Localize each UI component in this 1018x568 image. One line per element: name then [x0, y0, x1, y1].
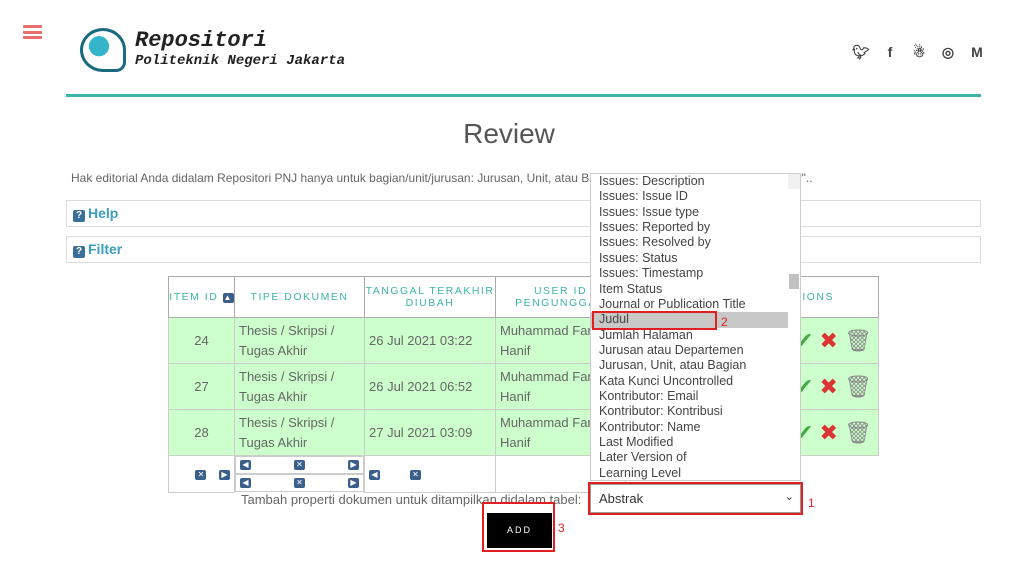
dropdown-option[interactable]: Learning Level [591, 466, 800, 480]
brand-subtitle: Politeknik Negeri Jakarta [135, 53, 346, 69]
dropdown-option[interactable]: Issues: Description [591, 174, 800, 189]
dropdown-option[interactable]: Issues: Issue ID [591, 189, 800, 204]
dropdown-option[interactable]: Issues: Status [591, 251, 800, 266]
help-icon: ? [73, 210, 85, 222]
annotation-2: 2 [721, 315, 728, 329]
annotation-1: 1 [808, 496, 815, 510]
sort-up-icon: ▲ [222, 293, 234, 303]
snapchat-icon[interactable]: ☃︎ [910, 44, 928, 61]
filter-panel[interactable]: ? Filter [66, 236, 981, 263]
menu-icon[interactable] [23, 25, 42, 39]
dropdown-option[interactable]: Kontributor: Kontribusi [591, 404, 800, 419]
remove-column-icon[interactable]: ✕ [294, 460, 305, 470]
remove-column-icon[interactable]: ✕ [294, 478, 305, 488]
annotation-3: 3 [558, 521, 565, 535]
trash-icon[interactable]: 🗑︎ [844, 328, 872, 353]
help-panel[interactable]: ? Help [66, 200, 981, 227]
move-left-icon[interactable]: ◀ [369, 469, 380, 480]
brand-title: Repositori [135, 28, 268, 53]
dropdown-option[interactable]: Kontributor: Email [591, 389, 800, 404]
dropdown-option[interactable]: Issues: Resolved by [591, 235, 800, 250]
move-right-icon[interactable]: ▶ [348, 478, 359, 488]
header-item-id[interactable]: ITEM ID ▲ [168, 276, 235, 318]
header-tanggal[interactable]: TANGGAL TERAKHIR DIUBAH [364, 276, 496, 318]
annotation-box-2 [592, 311, 717, 330]
dropdown-option[interactable]: Journal or Publication Title [591, 297, 800, 312]
twitter-icon[interactable]: 🐦︎ [852, 44, 870, 61]
help-icon: ? [73, 246, 85, 258]
move-left-icon[interactable]: ◀ [240, 478, 251, 488]
mendeley-icon[interactable]: M [968, 44, 986, 61]
facebook-icon[interactable]: f [881, 44, 899, 61]
dropdown-option[interactable]: Kata Kunci Uncontrolled [591, 374, 800, 389]
move-right-icon[interactable]: ▶ [348, 460, 359, 470]
dropdown-option[interactable]: Jurusan, Unit, atau Bagian [591, 358, 800, 373]
dropdown-option[interactable]: Issues: Reported by [591, 220, 800, 235]
trash-icon[interactable]: 🗑︎ [844, 420, 872, 445]
trash-icon[interactable]: 🗑︎ [844, 374, 872, 399]
reject-icon[interactable]: ✖ [820, 328, 838, 353]
remove-column-icon[interactable]: ✕ [410, 469, 422, 480]
dropdown-option[interactable]: Kontributor: Name [591, 420, 800, 435]
annotation-box-3 [482, 502, 555, 552]
page-title: Review [463, 118, 555, 149]
move-left-icon[interactable]: ◀ [240, 460, 251, 470]
move-right-icon[interactable]: ▶ [219, 469, 230, 480]
reject-icon[interactable]: ✖ [820, 374, 838, 399]
dropdown-option[interactable]: Later Version of [591, 450, 800, 465]
instagram-icon[interactable]: ◎ [939, 44, 957, 61]
reject-icon[interactable]: ✖ [820, 420, 838, 445]
dropdown-option[interactable]: Last Modified [591, 435, 800, 450]
remove-column-icon[interactable]: ✕ [195, 469, 207, 480]
scrollbar[interactable] [788, 174, 800, 290]
dropdown-option[interactable]: Jurusan atau Departemen [591, 343, 800, 358]
header-tipe[interactable]: TIPE DOKUMEN [234, 276, 365, 318]
social-links: 🐦︎ f ☃︎ ◎ M [852, 44, 986, 61]
dropdown-option[interactable]: Issues: Issue type [591, 205, 800, 220]
dropdown-option[interactable]: Item Status [591, 282, 800, 297]
divider [66, 94, 981, 97]
logo [80, 28, 126, 72]
dropdown-option[interactable]: Issues: Timestamp [591, 266, 800, 281]
annotation-box-1 [588, 482, 803, 515]
